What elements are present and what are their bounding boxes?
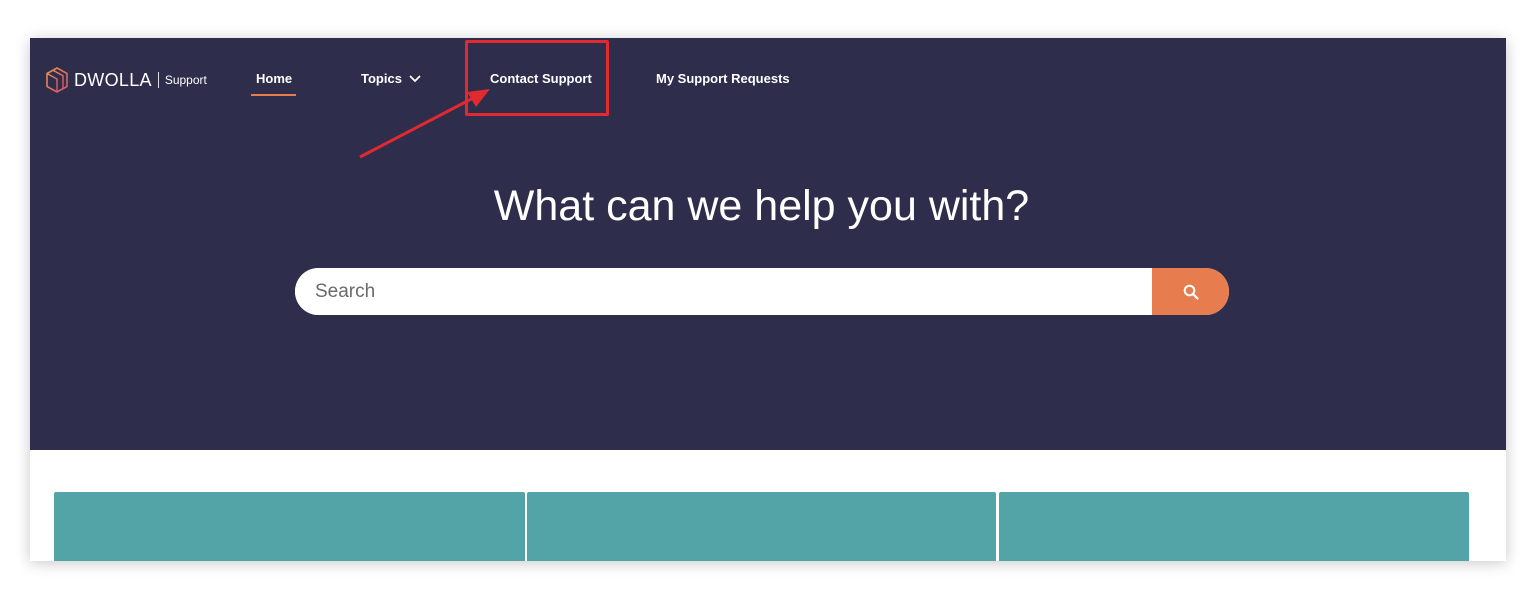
brand-section: Support	[164, 73, 207, 87]
chevron-down-icon	[409, 75, 421, 83]
nav-home[interactable]: Home	[251, 70, 296, 96]
brand-name: DWOLLA	[74, 69, 152, 90]
topic-card[interactable]	[54, 492, 525, 561]
nav-home-label: Home	[256, 71, 293, 86]
search-bar	[295, 268, 1229, 315]
browser-viewport: DWOLLA Support Home Topics Contact Suppo…	[30, 38, 1506, 561]
annotation-highlight-box	[465, 40, 609, 116]
hero-banner: DWOLLA Support Home Topics Contact Suppo…	[30, 38, 1506, 450]
brand-divider	[157, 72, 159, 88]
nav-topics[interactable]: Topics	[361, 70, 421, 88]
brand-logo[interactable]: DWOLLA Support	[44, 66, 207, 94]
annotation-arrow	[359, 89, 490, 159]
topic-card[interactable]	[999, 492, 1469, 561]
topic-card[interactable]	[527, 492, 996, 561]
page-headline: What can we help you with?	[493, 182, 1030, 230]
nav-my-support-requests[interactable]: My Support Requests	[656, 70, 790, 88]
search-button[interactable]	[1152, 268, 1229, 315]
search-icon	[1183, 284, 1199, 300]
dwolla-logo-icon	[46, 67, 68, 93]
nav-active-underline	[251, 94, 296, 96]
search-input[interactable]	[295, 268, 1152, 315]
nav-topics-label: Topics	[361, 71, 402, 86]
nav-my-support-requests-label: My Support Requests	[656, 71, 790, 86]
